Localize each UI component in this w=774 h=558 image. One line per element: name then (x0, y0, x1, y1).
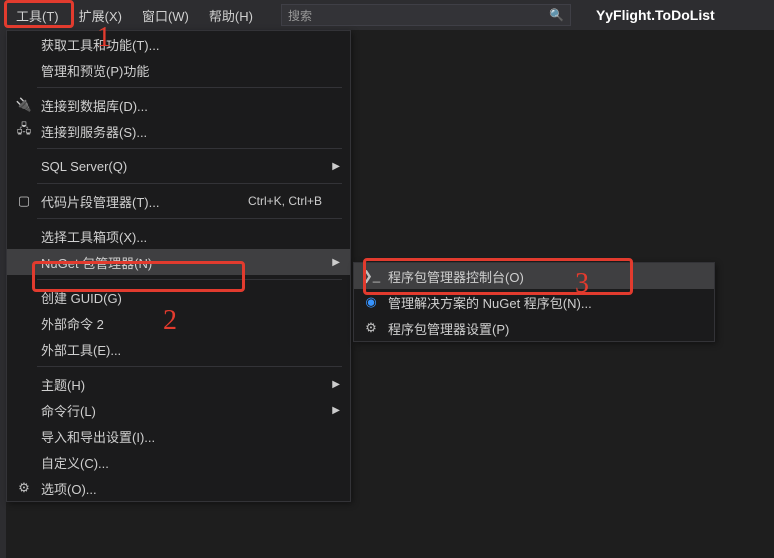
server-icon: 🖧 (13, 120, 35, 142)
menu-item-get-tools[interactable]: 获取工具和功能(T)... (7, 31, 350, 57)
menu-label: NuGet 包管理器(N) (35, 253, 328, 272)
menu-label: 外部命令 2 (35, 314, 328, 333)
menu-separator (37, 279, 342, 280)
search-placeholder: 搜索 (288, 7, 549, 24)
gear-icon: ⚙ (360, 320, 382, 336)
menu-item-nuget[interactable]: NuGet 包管理器(N) ▶ (7, 249, 350, 275)
menu-item-options[interactable]: ⚙ 选项(O)... (7, 475, 350, 501)
menu-item-create-guid[interactable]: 创建 GUID(G) (7, 284, 350, 310)
chevron-right-icon: ▶ (328, 379, 340, 390)
nuget-submenu: ❯_ 程序包管理器控制台(O) ◉ 管理解决方案的 NuGet 程序包(N)..… (353, 262, 715, 342)
menu-label: 连接到数据库(D)... (35, 96, 328, 115)
menu-item-choose-toolbox[interactable]: 选择工具箱项(X)... (7, 223, 350, 249)
database-icon: 🔌 (13, 97, 35, 113)
nuget-icon: ◉ (360, 294, 382, 310)
menu-label: 主题(H) (35, 375, 328, 394)
menu-separator (37, 218, 342, 219)
menu-item-sql-server[interactable]: SQL Server(Q) ▶ (7, 153, 350, 179)
menu-tools[interactable]: 工具(T) (6, 2, 69, 29)
menu-label: 导入和导出设置(I)... (35, 427, 328, 446)
chevron-right-icon: ▶ (328, 257, 340, 268)
menu-shortcut: Ctrl+K, Ctrl+B (248, 194, 328, 208)
menu-item-import-export[interactable]: 导入和导出设置(I)... (7, 423, 350, 449)
chevron-right-icon: ▶ (328, 161, 340, 172)
menu-extensions[interactable]: 扩展(X) (69, 2, 132, 29)
menu-item-connect-db[interactable]: 🔌 连接到数据库(D)... (7, 92, 350, 118)
menu-item-connect-server[interactable]: 🖧 连接到服务器(S)... (7, 118, 350, 144)
menu-label: 选项(O)... (35, 479, 328, 498)
menu-item-theme[interactable]: 主题(H) ▶ (7, 371, 350, 397)
menu-item-external-cmd2[interactable]: 外部命令 2 (7, 310, 350, 336)
menu-label: 外部工具(E)... (35, 340, 328, 359)
menu-item-manage-preview[interactable]: 管理和预览(P)功能 (7, 57, 350, 83)
search-icon: 🔍 (549, 8, 564, 22)
submenu-item-settings[interactable]: ⚙ 程序包管理器设置(P) (354, 315, 714, 341)
snippet-icon: ▢ (13, 193, 35, 209)
submenu-item-console[interactable]: ❯_ 程序包管理器控制台(O) (354, 263, 714, 289)
search-input[interactable]: 搜索 🔍 (281, 4, 571, 26)
menu-label: 创建 GUID(G) (35, 288, 328, 307)
console-icon: ❯_ (360, 268, 382, 284)
menu-item-command-line[interactable]: 命令行(L) ▶ (7, 397, 350, 423)
menu-item-snippet-manager[interactable]: ▢ 代码片段管理器(T)... Ctrl+K, Ctrl+B (7, 188, 350, 214)
menu-separator (37, 148, 342, 149)
menu-label: 获取工具和功能(T)... (35, 35, 328, 54)
menu-separator (37, 366, 342, 367)
menu-window[interactable]: 窗口(W) (132, 2, 199, 29)
menu-label: 管理和预览(P)功能 (35, 61, 328, 80)
submenu-item-manage-solution[interactable]: ◉ 管理解决方案的 NuGet 程序包(N)... (354, 289, 714, 315)
menu-separator (37, 87, 342, 88)
menu-label: 代码片段管理器(T)... (35, 192, 248, 211)
tools-dropdown: 获取工具和功能(T)... 管理和预览(P)功能 🔌 连接到数据库(D)... … (6, 30, 351, 502)
chevron-right-icon: ▶ (328, 405, 340, 416)
gear-icon: ⚙ (13, 480, 35, 496)
menu-help[interactable]: 帮助(H) (199, 2, 263, 29)
menu-label: 命令行(L) (35, 401, 328, 420)
menu-label: 选择工具箱项(X)... (35, 227, 328, 246)
menu-label: 程序包管理器设置(P) (382, 319, 704, 338)
menu-separator (37, 183, 342, 184)
menu-label: 自定义(C)... (35, 453, 328, 472)
menu-label: 管理解决方案的 NuGet 程序包(N)... (382, 293, 704, 312)
menu-label: SQL Server(Q) (35, 159, 328, 174)
menu-item-external-tools[interactable]: 外部工具(E)... (7, 336, 350, 362)
menu-label: 连接到服务器(S)... (35, 122, 328, 141)
project-name: YyFlight.ToDoList (596, 7, 715, 23)
menubar: 工具(T) 扩展(X) 窗口(W) 帮助(H) 搜索 🔍 YyFlight.To… (0, 0, 774, 30)
menu-item-customize[interactable]: 自定义(C)... (7, 449, 350, 475)
menu-label: 程序包管理器控制台(O) (382, 267, 704, 286)
